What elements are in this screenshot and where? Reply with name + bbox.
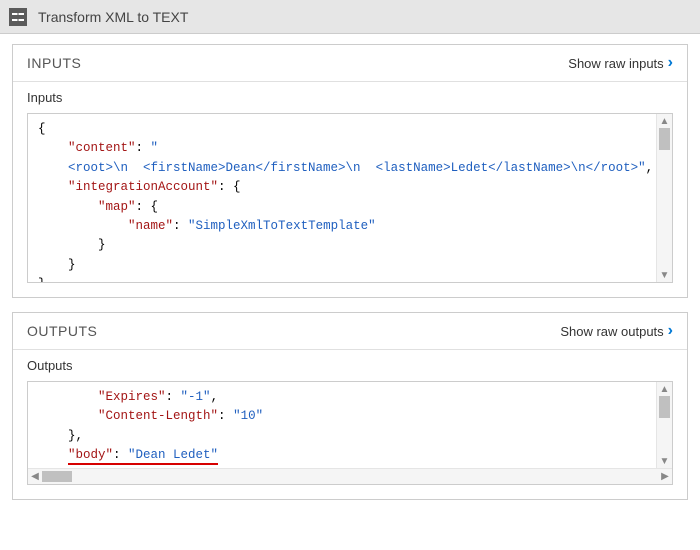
scroll-right-icon[interactable]: ▶ bbox=[658, 471, 672, 482]
scroll-thumb[interactable] bbox=[659, 128, 670, 150]
outputs-panel-header: OUTPUTS Show raw outputs › bbox=[13, 313, 687, 350]
transform-icon bbox=[8, 7, 28, 27]
outputs-panel-title: OUTPUTS bbox=[27, 323, 97, 339]
inputs-code: { "content": " <root>\n <firstName>Dean<… bbox=[28, 114, 672, 282]
title-bar: Transform XML to TEXT bbox=[0, 0, 700, 34]
inputs-panel-header: INPUTS Show raw inputs › bbox=[13, 45, 687, 82]
chevron-right-icon: › bbox=[668, 323, 673, 339]
title-text: Transform XML to TEXT bbox=[38, 9, 188, 25]
outputs-section-label: Outputs bbox=[13, 350, 687, 377]
scroll-thumb[interactable] bbox=[42, 471, 72, 482]
inputs-vertical-scrollbar[interactable]: ▲ ▼ bbox=[656, 114, 672, 282]
scroll-thumb[interactable] bbox=[659, 396, 670, 418]
scroll-left-icon[interactable]: ◀ bbox=[28, 471, 42, 482]
scroll-down-icon[interactable]: ▼ bbox=[657, 454, 672, 468]
outputs-code-box[interactable]: "Expires": "-1", "Content-Length": "10" … bbox=[27, 381, 673, 485]
inputs-section-label: Inputs bbox=[13, 82, 687, 109]
show-raw-inputs-link[interactable]: Show raw inputs › bbox=[568, 55, 673, 71]
chevron-right-icon: › bbox=[668, 55, 673, 71]
scroll-up-icon[interactable]: ▲ bbox=[657, 382, 672, 396]
inputs-panel: INPUTS Show raw inputs › Inputs { "conte… bbox=[12, 44, 688, 298]
outputs-panel: OUTPUTS Show raw outputs › Outputs "Expi… bbox=[12, 312, 688, 500]
scroll-up-icon[interactable]: ▲ bbox=[657, 114, 672, 128]
show-raw-outputs-link[interactable]: Show raw outputs › bbox=[560, 323, 673, 339]
show-raw-outputs-label: Show raw outputs bbox=[560, 324, 663, 339]
scroll-down-icon[interactable]: ▼ bbox=[657, 268, 672, 282]
outputs-horizontal-scrollbar[interactable]: ◀ ▶ bbox=[28, 468, 672, 484]
inputs-panel-title: INPUTS bbox=[27, 55, 81, 71]
outputs-vertical-scrollbar[interactable]: ▲ ▼ bbox=[656, 382, 672, 468]
show-raw-inputs-label: Show raw inputs bbox=[568, 56, 663, 71]
inputs-code-box[interactable]: { "content": " <root>\n <firstName>Dean<… bbox=[27, 113, 673, 283]
